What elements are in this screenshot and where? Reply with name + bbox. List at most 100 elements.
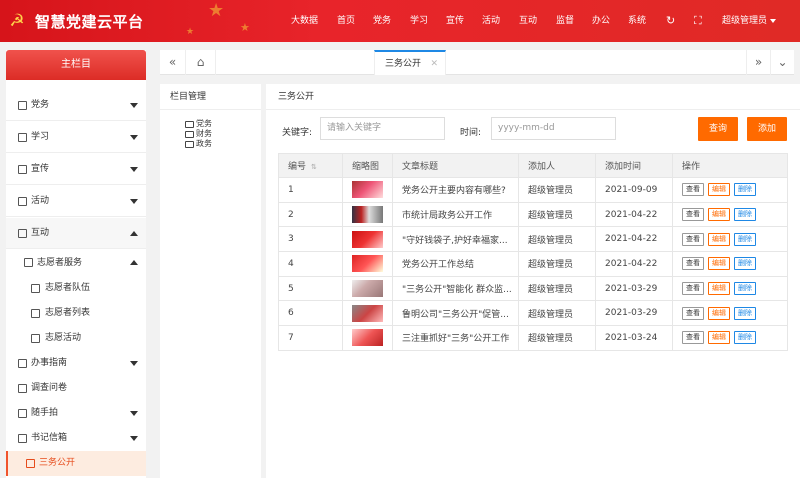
cell-title: "守好钱袋子,护好幸福家... <box>392 226 519 253</box>
sidebar-sub-volunteer-activity[interactable]: 志愿活动 <box>6 326 146 351</box>
chevron-down-icon[interactable]: ⌄ <box>770 50 794 75</box>
star-decoration: ★ <box>240 21 250 34</box>
delete-button[interactable]: 删除 <box>734 183 756 197</box>
cell-date: 2021-04-22 <box>595 201 673 228</box>
user-menu[interactable]: 超级管理员 <box>722 0 777 42</box>
cell-id: 3 <box>278 226 343 253</box>
tree-node-label: 党务 <box>196 119 212 128</box>
delete-button[interactable]: 删除 <box>734 306 756 320</box>
table-row: 3 "守好钱袋子,护好幸福家... 超级管理员 2021-04-22 查看 编辑 删除 <box>278 226 788 253</box>
nav-supervision[interactable]: 监督 <box>556 0 574 42</box>
delete-button[interactable]: 删除 <box>734 331 756 345</box>
cell-thumbnail <box>342 275 393 302</box>
edit-button[interactable]: 编辑 <box>708 331 730 345</box>
cell-actions: 查看 编辑 删除 <box>672 226 788 253</box>
column-panel: 栏目管理 党务 财务 政务 <box>160 84 261 478</box>
query-button[interactable]: 查询 <box>698 117 738 141</box>
delete-button[interactable]: 删除 <box>734 282 756 296</box>
view-button[interactable]: 查看 <box>682 183 704 197</box>
sidebar-sub-volunteer[interactable]: 志愿者服务 <box>6 250 146 276</box>
nav-system[interactable]: 系统 <box>628 0 646 42</box>
table-row: 7 三注重抓好"三务"公开工作 超级管理员 2021-03-24 查看 编辑 删除 <box>278 325 788 351</box>
sidebar-item-label: 宣传 <box>31 164 50 174</box>
view-button[interactable]: 查看 <box>682 232 704 246</box>
nav-bigdata[interactable]: 大数据 <box>291 0 318 42</box>
view-button[interactable]: 查看 <box>682 282 704 296</box>
cell-title: 党务公开工作总结 <box>392 251 519 277</box>
table-body: 1 党务公开主要内容有哪些? 超级管理员 2021-09-09 查看 编辑 删除 2 市统计局政… <box>278 177 788 351</box>
edit-button[interactable]: 编辑 <box>708 208 730 222</box>
add-button[interactable]: 添加 <box>747 117 787 141</box>
tree-node[interactable]: 党务 <box>185 119 212 129</box>
time-input[interactable]: yyyy-mm-dd <box>491 117 616 140</box>
edit-button[interactable]: 编辑 <box>708 183 730 197</box>
view-button[interactable]: 查看 <box>682 331 704 345</box>
nav-office[interactable]: 办公 <box>592 0 610 42</box>
sidebar-sub-label: 志愿者列表 <box>45 308 91 318</box>
cell-date: 2021-04-22 <box>595 251 673 277</box>
user-name: 超级管理员 <box>722 16 768 26</box>
tree-node[interactable]: 财务 <box>185 129 212 139</box>
home-tab-icon[interactable]: ⌂ <box>186 50 216 75</box>
delete-button[interactable]: 删除 <box>734 208 756 222</box>
chevron-down-icon <box>130 411 138 416</box>
sidebar-sub-snapshot[interactable]: 随手拍 <box>6 401 146 426</box>
sidebar-sub-survey[interactable]: 调查问卷 <box>6 376 146 401</box>
refresh-icon[interactable]: ↻ <box>666 0 675 42</box>
column-header-id[interactable]: 编号 ⇅ <box>278 153 343 178</box>
cell-thumbnail <box>342 201 393 228</box>
folder-icon <box>185 131 194 138</box>
nav-home[interactable]: 首页 <box>337 0 355 42</box>
chevron-up-icon <box>130 260 138 265</box>
sidebar: 主栏目 党务 学习 宣传 活动 互动 志愿者服务 志愿者队伍 志愿者列表 志愿活… <box>6 50 146 478</box>
nav-publicity[interactable]: 宣传 <box>446 0 464 42</box>
column-tree: 党务 财务 政务 <box>185 119 212 149</box>
nav-party[interactable]: 党务 <box>373 0 391 42</box>
home-icon <box>31 334 40 343</box>
sidebar-sub-mailbox[interactable]: 书记信箱 <box>6 426 146 451</box>
scroll-right-icon[interactable]: » <box>746 50 770 75</box>
nav-study[interactable]: 学习 <box>410 0 428 42</box>
fullscreen-icon[interactable]: ⛶ <box>694 0 702 42</box>
time-label: 时间: <box>460 128 482 138</box>
sidebar-sub-label: 随手拍 <box>31 408 59 418</box>
edit-button[interactable]: 编辑 <box>708 282 730 296</box>
sidebar-item-study[interactable]: 学习 <box>6 122 146 153</box>
scroll-left-icon[interactable]: « <box>160 50 186 75</box>
view-button[interactable]: 查看 <box>682 257 704 271</box>
view-button[interactable]: 查看 <box>682 306 704 320</box>
edit-button[interactable]: 编辑 <box>708 306 730 320</box>
sort-icon[interactable]: ⇅ <box>311 163 317 171</box>
sidebar-sub-volunteer-list[interactable]: 志愿者列表 <box>6 301 146 326</box>
sidebar-sub-label: 志愿活动 <box>45 333 82 343</box>
delete-button[interactable]: 删除 <box>734 232 756 246</box>
chevron-up-icon <box>130 231 138 236</box>
article-thumbnail <box>352 329 383 347</box>
sidebar-item-party[interactable]: 党务 <box>6 90 146 121</box>
sidebar-sub-guide[interactable]: 办事指南 <box>6 351 146 376</box>
table-row: 1 党务公开主要内容有哪些? 超级管理员 2021-09-09 查看 编辑 删除 <box>278 177 788 203</box>
column-header-label: 编号 <box>288 162 307 172</box>
home-icon <box>18 384 27 393</box>
view-button[interactable]: 查看 <box>682 208 704 222</box>
star-decoration: ★ <box>186 27 195 37</box>
tree-node[interactable]: 政务 <box>185 139 212 149</box>
sidebar-item-activity[interactable]: 活动 <box>6 186 146 217</box>
delete-button[interactable]: 删除 <box>734 257 756 271</box>
tab-three-affairs[interactable]: 三务公开 ✕ <box>374 50 446 75</box>
sidebar-item-publicity[interactable]: 宣传 <box>6 154 146 185</box>
sidebar-sub-volunteer-team[interactable]: 志愿者队伍 <box>6 276 146 301</box>
cell-thumbnail <box>342 300 393 327</box>
cell-author: 超级管理员 <box>518 201 596 228</box>
edit-button[interactable]: 编辑 <box>708 257 730 271</box>
sidebar-item-interaction[interactable]: 互动 <box>6 218 146 249</box>
nav-activity[interactable]: 活动 <box>482 0 500 42</box>
edit-button[interactable]: 编辑 <box>708 232 730 246</box>
cell-id: 6 <box>278 300 343 327</box>
keyword-input[interactable]: 请输入关键字 <box>320 117 445 140</box>
cell-title: 鲁明公司"三务公开"促管... <box>392 300 519 327</box>
nav-interaction[interactable]: 互动 <box>519 0 537 42</box>
sidebar-sub-three-affairs[interactable]: 三务公开 <box>6 451 146 476</box>
close-icon[interactable]: ✕ <box>430 52 438 77</box>
top-bar: ★ ★ ★ ☭ 智慧党建云平台 大数据 首页 党务 学习 宣传 活动 互动 监督… <box>0 0 800 42</box>
